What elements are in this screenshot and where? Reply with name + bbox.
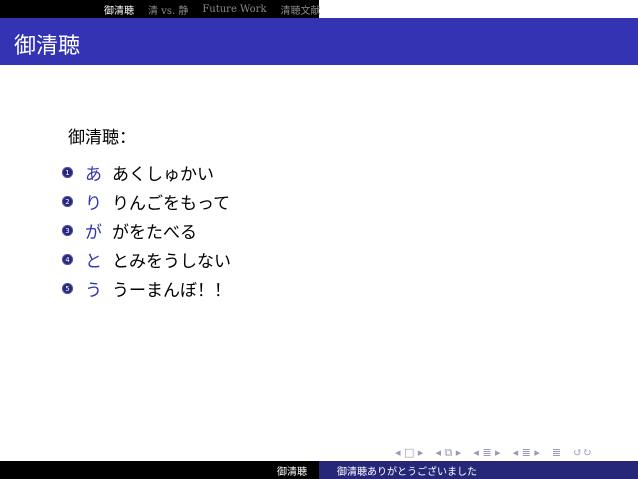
subsection-nav-icon[interactable]: ◂ ⧉ ▸ (435, 446, 461, 460)
header-nav-bar: 御清聴 清 vs. 静 Future Work 清聴文献 (0, 0, 638, 18)
list-number-badge: 4 (62, 254, 73, 265)
list-number-badge: 5 (62, 283, 73, 294)
beamer-navigation-symbols: ◂ □ ▸ ◂ ⧉ ▸ ◂ ≣ ▸ ◂ ≣ ▸ ≣ ↺↻ (395, 446, 592, 460)
list-item: 3 が がをたべる (62, 216, 231, 245)
section-link-3[interactable]: Future Work (202, 4, 266, 15)
list-item-text: がをたべる (112, 223, 197, 243)
section-link-4[interactable]: 清聴文献 (281, 2, 321, 17)
list-item: 1 あ あくしゅかい (62, 158, 231, 187)
footer-bar: 御清聴 御清聴ありがとうございました (0, 461, 638, 479)
list-item-lead: が (85, 223, 102, 243)
list-item-text: りんごをもって (112, 194, 231, 214)
enumerated-list: 1 あ あくしゅかい 2 り りんごをもって 3 が がをたべる 4 と とみを… (62, 158, 231, 303)
list-number-badge: 3 (62, 225, 73, 236)
section-nav-icon[interactable]: ◂ ≣ ▸ (473, 446, 500, 460)
list-item: 4 と とみをうしない (62, 245, 231, 274)
list-item: 2 り りんごをもって (62, 187, 231, 216)
back-forward-search-icon[interactable]: ↺↻ (573, 446, 591, 460)
section-link-1[interactable]: 御清聴 (104, 2, 134, 17)
content-heading: 御清聴： (68, 128, 136, 148)
footer-short-title: 御清聴 (277, 466, 307, 478)
section-link-2[interactable]: 清 vs. 静 (148, 2, 188, 17)
list-item-lead: あ (85, 165, 102, 185)
slide-content: 御清聴： 1 あ あくしゅかい 2 り りんごをもって 3 が がをたべる 4 … (62, 123, 231, 303)
list-number-badge: 2 (62, 196, 73, 207)
frame-title-band (0, 18, 638, 65)
list-item-text: あくしゅかい (112, 165, 214, 185)
list-item-text: うーまんぼ！！ (112, 281, 231, 301)
frame-title: 御清聴 (14, 34, 81, 59)
list-number-badge: 1 (62, 167, 73, 178)
list-item-lead: り (85, 194, 102, 214)
appendix-nav-icon[interactable]: ≣ (552, 446, 561, 460)
footer-message: 御清聴ありがとうございました (337, 466, 477, 478)
document-nav-icon[interactable]: ◂ ≣ ▸ (513, 446, 540, 460)
list-item: 5 う うーまんぼ！！ (62, 274, 231, 303)
frame-nav-icon[interactable]: ◂ □ ▸ (395, 446, 423, 460)
list-item-lead: と (85, 252, 102, 272)
section-nav: 御清聴 清 vs. 静 Future Work 清聴文献 (0, 0, 335, 18)
list-item-text: とみをうしない (112, 252, 231, 272)
list-item-lead: う (85, 281, 102, 301)
